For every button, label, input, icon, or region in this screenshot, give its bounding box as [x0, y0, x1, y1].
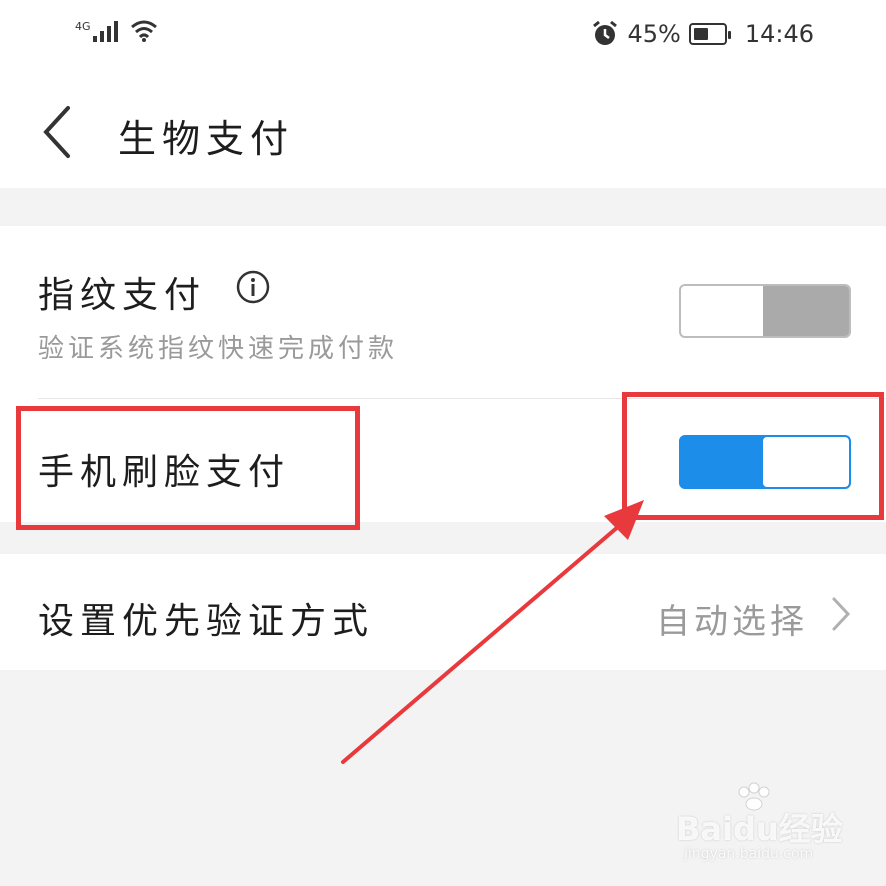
chevron-right-icon [832, 597, 851, 631]
back-chevron-icon[interactable] [38, 102, 78, 162]
info-icon[interactable] [236, 270, 270, 304]
fingerprint-toggle[interactable] [679, 284, 851, 338]
toggle-knob [763, 286, 849, 336]
priority-title: 设置优先验证方式 [38, 601, 375, 642]
priority-row[interactable]: 设置优先验证方式 自动选择 [0, 554, 886, 670]
fingerprint-title: 指纹支付 [38, 275, 207, 316]
fingerprint-row[interactable]: 指纹支付 验证系统指纹快速完成付款 [0, 226, 886, 398]
watermark-url: jingyan.baidu.com [684, 846, 814, 862]
priority-group: 设置优先验证方式 自动选择 [0, 554, 886, 670]
status-bar: 4G 45% 14:46 [0, 0, 886, 72]
alarm-icon [593, 20, 618, 45]
clock: 14:46 [744, 20, 814, 48]
status-left: 4G [75, 18, 159, 42]
battery-percent: 45% [627, 20, 681, 48]
priority-value: 自动选择 [656, 602, 808, 642]
watermark-logo: Baidu经验 [676, 810, 843, 848]
signal-icon [92, 21, 118, 42]
battery-icon [688, 23, 731, 45]
watermark: Baidu经验 jingyan.baidu.com [676, 782, 846, 868]
annotation-box-label [16, 406, 360, 530]
page-title: 生物支付 [118, 117, 295, 161]
wifi-icon [130, 20, 157, 42]
status-right: 45% 14:46 [591, 20, 814, 48]
fingerprint-subtitle: 验证系统指纹快速完成付款 [38, 334, 399, 364]
annotation-box-toggle [622, 392, 884, 520]
app-header: 生物支付 [0, 72, 886, 188]
network-type: 4G [75, 20, 91, 33]
